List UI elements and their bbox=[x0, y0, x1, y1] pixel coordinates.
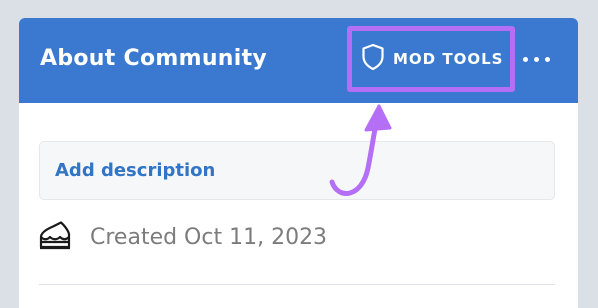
created-date: Created Oct 11, 2023 bbox=[90, 225, 328, 250]
divider bbox=[39, 284, 555, 285]
more-horizontal-icon bbox=[523, 57, 528, 62]
add-description-button[interactable]: Add description bbox=[39, 141, 555, 200]
cake-icon bbox=[39, 221, 71, 250]
more-horizontal-icon bbox=[545, 57, 550, 62]
annotation-arrow-icon bbox=[329, 104, 392, 196]
add-description-label: Add description bbox=[55, 160, 216, 181]
widget-header: About Community MOD TOOLS bbox=[19, 18, 578, 103]
more-options-button[interactable] bbox=[519, 48, 555, 72]
mod-tools-label: MOD TOOLS bbox=[393, 50, 504, 68]
widget-title: About Community bbox=[40, 46, 268, 71]
mod-tools-button[interactable]: MOD TOOLS bbox=[347, 26, 515, 92]
shield-icon bbox=[362, 43, 384, 71]
more-horizontal-icon bbox=[534, 57, 539, 62]
about-community-widget: About Community MOD TOOLS Add descriptio… bbox=[19, 18, 578, 308]
